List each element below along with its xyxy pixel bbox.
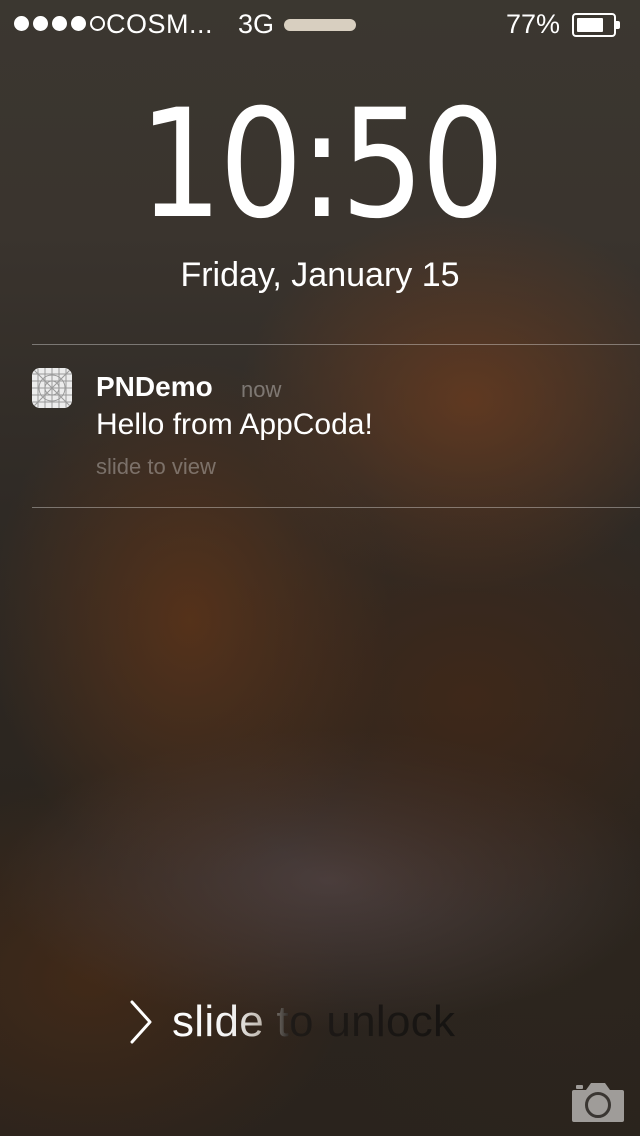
chevron-right-icon[interactable] [128,999,154,1045]
signal-dot-filled [33,16,48,31]
camera-icon[interactable] [570,1078,626,1124]
notification-top-divider [32,344,640,345]
clock-hours: 10 [138,78,303,252]
clock-separator: : [299,78,344,252]
battery-percentage: 77% [506,9,561,39]
carrier-name: COSM... [106,9,214,39]
status-bar: COSM... 3G 77% [0,0,640,50]
slide-to-unlock-label: slide to unlock [172,997,456,1046]
notification-slide-to-view[interactable]: slide to view [96,454,216,480]
signal-strength-icon [14,16,105,31]
notification-bottom-divider [32,507,640,508]
signal-dot-filled [52,16,67,31]
app-placeholder-grid-icon [32,368,72,408]
battery-icon [572,13,622,37]
network-type: 3G [238,9,275,39]
signal-dot-empty [90,16,105,31]
network-activity-indicator [284,19,356,31]
notification-app-name: PNDemo [96,371,213,402]
notification-time: now [241,377,282,402]
signal-dot-filled [14,16,29,31]
signal-dot-filled [71,16,86,31]
battery-fill [577,18,603,32]
lock-screen: COSM... 3G 77% 10:50 Friday, January 15 [0,0,640,1136]
lock-date: Friday, January 15 [180,256,460,294]
lock-clock: 10:50 [38,80,601,250]
battery-tip [616,21,620,29]
battery-body [572,13,616,37]
clock-minutes: 50 [340,78,504,252]
notification-message: Hello from AppCoda! [96,408,373,441]
slide-to-unlock-slider[interactable]: slide to unlock [128,994,455,1050]
